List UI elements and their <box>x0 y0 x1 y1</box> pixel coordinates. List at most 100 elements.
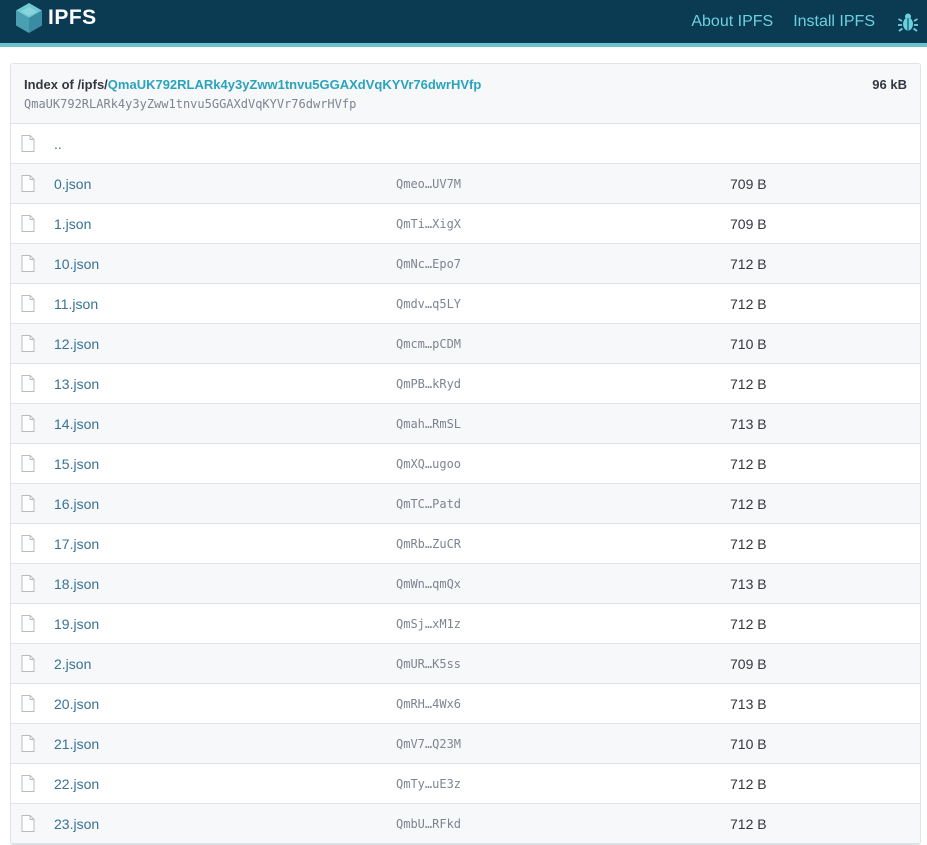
file-hash-link[interactable]: Qmeo…UV7M <box>396 177 461 191</box>
file-hash-link[interactable]: QmTC…Patd <box>396 497 461 511</box>
file-row[interactable]: 10.json QmNc…Epo7 712 B <box>11 244 920 284</box>
file-icon <box>21 455 35 477</box>
file-icon <box>21 255 35 277</box>
file-hash-link[interactable]: Qmah…RmSL <box>396 417 461 431</box>
file-size: 709 B <box>730 216 767 232</box>
file-row[interactable]: 21.json QmV7…Q23M 710 B <box>11 724 920 764</box>
file-name-link[interactable]: 1.json <box>54 216 91 232</box>
index-title: Index of /ipfs/QmaUK792RLARk4y3yZww1tnvu… <box>24 77 481 92</box>
file-name-link[interactable]: 0.json <box>54 176 91 192</box>
nav-install-ipfs[interactable]: Install IPFS <box>793 13 875 31</box>
file-row[interactable]: 12.json Qmcm…pCDM 710 B <box>11 324 920 364</box>
ipfs-logo[interactable]: IPFS <box>14 2 97 34</box>
file-row[interactable]: 17.json QmRb…ZuCR 712 B <box>11 524 920 564</box>
file-row[interactable]: 1.json QmTi…XigX 709 B <box>11 204 920 244</box>
file-name-link[interactable]: 14.json <box>54 416 99 432</box>
file-icon <box>21 135 35 157</box>
file-name-link[interactable]: 19.json <box>54 616 99 632</box>
file-size: 712 B <box>730 496 767 512</box>
logo-text: IPFS <box>48 6 97 29</box>
file-size: 709 B <box>730 176 767 192</box>
file-icon <box>21 295 35 317</box>
file-size: 712 B <box>730 776 767 792</box>
file-hash-link[interactable]: QmRb…ZuCR <box>396 537 461 551</box>
file-icon <box>21 495 35 517</box>
parent-dir-row[interactable]: .. <box>11 124 920 164</box>
file-size: 712 B <box>730 256 767 272</box>
file-icon <box>21 695 35 717</box>
file-hash-link[interactable]: QmTi…XigX <box>396 217 461 231</box>
root-hash-link[interactable]: QmaUK792RLARk4y3yZww1tnvu5GGAXdVqKYVr76d… <box>108 77 482 92</box>
file-name-link[interactable]: 13.json <box>54 376 99 392</box>
file-hash-link[interactable]: QmTy…uE3z <box>396 777 461 791</box>
nav-about-ipfs[interactable]: About IPFS <box>691 13 773 31</box>
file-hash-link[interactable]: QmV7…Q23M <box>396 737 461 751</box>
file-icon <box>21 375 35 397</box>
file-row[interactable]: 11.json Qmdv…q5LY 712 B <box>11 284 920 324</box>
file-row[interactable]: 18.json QmWn…qmQx 713 B <box>11 564 920 604</box>
file-row[interactable]: 19.json QmSj…xM1z 712 B <box>11 604 920 644</box>
file-row[interactable]: 22.json QmTy…uE3z 712 B <box>11 764 920 804</box>
file-icon <box>21 655 35 677</box>
file-name-link[interactable]: 10.json <box>54 256 99 272</box>
file-size: 709 B <box>730 656 767 672</box>
file-name-link[interactable]: 18.json <box>54 576 99 592</box>
file-name-link[interactable]: 16.json <box>54 496 99 512</box>
file-hash-link[interactable]: Qmcm…pCDM <box>396 337 461 351</box>
file-list: 0.json Qmeo…UV7M 709 B 1.json QmTi…XigX 709 B… <box>11 164 920 844</box>
file-hash-link[interactable]: QmWn…qmQx <box>396 577 461 591</box>
file-icon <box>21 215 35 237</box>
file-size: 712 B <box>730 456 767 472</box>
file-icon <box>21 175 35 197</box>
file-row[interactable]: 23.json QmbU…RFkd 712 B <box>11 804 920 844</box>
file-icon <box>21 615 35 637</box>
file-size: 712 B <box>730 536 767 552</box>
listing-header: Index of /ipfs/QmaUK792RLARk4y3yZww1tnvu… <box>11 64 920 124</box>
root-hash-text: QmaUK792RLARk4y3yZww1tnvu5GGAXdVqKYVr76d… <box>24 97 357 111</box>
file-icon <box>21 535 35 557</box>
index-prefix: Index of /ipfs/ <box>24 77 108 92</box>
file-size: 710 B <box>730 736 767 752</box>
file-name-link[interactable]: 12.json <box>54 336 99 352</box>
file-name-link[interactable]: 2.json <box>54 656 91 672</box>
file-size: 713 B <box>730 576 767 592</box>
file-hash-link[interactable]: QmbU…RFkd <box>396 817 461 831</box>
file-size: 712 B <box>730 376 767 392</box>
file-name-link[interactable]: 20.json <box>54 696 99 712</box>
file-name-link[interactable]: 17.json <box>54 536 99 552</box>
file-hash-link[interactable]: QmUR…K5ss <box>396 657 461 671</box>
file-row[interactable]: 16.json QmTC…Patd 712 B <box>11 484 920 524</box>
ipfs-cube-icon <box>16 3 42 33</box>
file-icon <box>21 735 35 757</box>
parent-dir-link[interactable]: .. <box>54 136 62 152</box>
file-size: 712 B <box>730 296 767 312</box>
file-row[interactable]: 2.json QmUR…K5ss 709 B <box>11 644 920 684</box>
file-name-link[interactable]: 15.json <box>54 456 99 472</box>
file-row[interactable]: 20.json QmRH…4Wx6 713 B <box>11 684 920 724</box>
total-size: 96 kB <box>872 77 907 92</box>
file-icon <box>21 775 35 797</box>
file-name-link[interactable]: 22.json <box>54 776 99 792</box>
file-row[interactable]: 13.json QmPB…kRyd 712 B <box>11 364 920 404</box>
top-nav: About IPFS Install IPFS <box>691 0 927 43</box>
directory-listing: Index of /ipfs/QmaUK792RLARk4y3yZww1tnvu… <box>10 63 921 845</box>
file-name-link[interactable]: 11.json <box>54 296 98 312</box>
file-hash-link[interactable]: QmNc…Epo7 <box>396 257 461 271</box>
file-hash-link[interactable]: QmPB…kRyd <box>396 377 461 391</box>
file-size: 713 B <box>730 416 767 432</box>
file-name-link[interactable]: 21.json <box>54 736 99 752</box>
bug-report-icon[interactable] <box>897 11 919 33</box>
file-row[interactable]: 0.json Qmeo…UV7M 709 B <box>11 164 920 204</box>
file-name-link[interactable]: 23.json <box>54 816 99 832</box>
file-hash-link[interactable]: QmSj…xM1z <box>396 617 461 631</box>
file-hash-link[interactable]: QmXQ…ugoo <box>396 457 461 471</box>
file-size: 712 B <box>730 816 767 832</box>
file-size: 710 B <box>730 336 767 352</box>
file-size: 713 B <box>730 696 767 712</box>
file-row[interactable]: 15.json QmXQ…ugoo 712 B <box>11 444 920 484</box>
file-hash-link[interactable]: QmRH…4Wx6 <box>396 697 461 711</box>
file-size: 712 B <box>730 616 767 632</box>
file-hash-link[interactable]: Qmdv…q5LY <box>396 297 461 311</box>
file-row[interactable]: 14.json Qmah…RmSL 713 B <box>11 404 920 444</box>
file-icon <box>21 575 35 597</box>
